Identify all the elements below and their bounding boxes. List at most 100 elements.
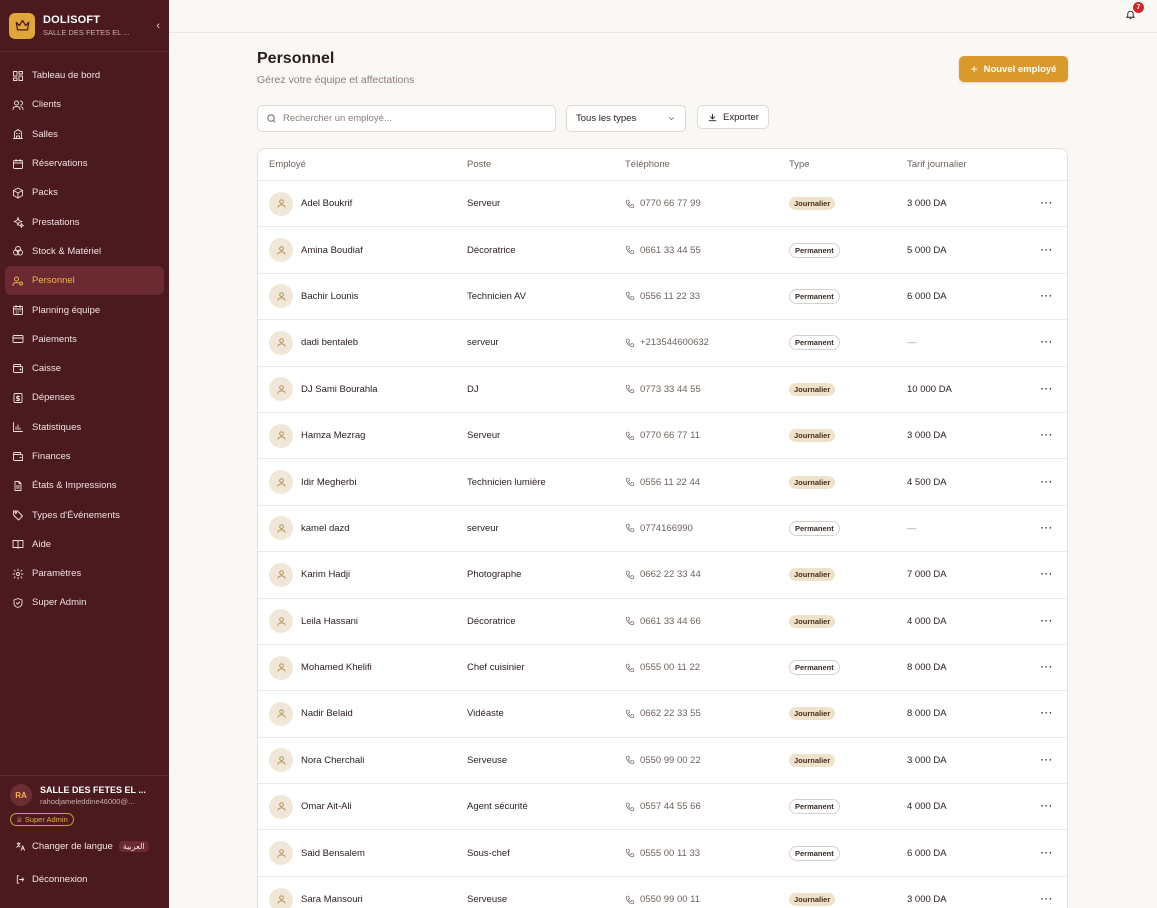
logout-button[interactable]: Déconnexion (10, 874, 159, 885)
table-row[interactable]: DJ Sami Bourahla DJ 0773 33 44 55 Journalie… (258, 367, 1067, 413)
sidebar-item-salles[interactable]: Salles (5, 120, 164, 149)
more-horizontal-icon[interactable]: ··· (1027, 755, 1067, 766)
header-type[interactable]: Type (789, 159, 907, 170)
employee-phone: 0770 66 77 11 (640, 430, 701, 442)
phone-cell: 0556 11 22 44 (625, 477, 789, 488)
notifications-button[interactable]: 7 (1125, 2, 1144, 23)
employee-phone: 0774166990 (640, 522, 693, 534)
employee-tarif: 4 000 DA (907, 615, 947, 627)
table-row[interactable]: Said Bensalem Sous-chef 0555 00 11 33 Perma… (258, 830, 1067, 877)
more-horizontal-icon[interactable]: ··· (1027, 384, 1067, 395)
employee-poste: serveur (467, 522, 499, 534)
sidebar-item-caisse[interactable]: Caisse (5, 354, 164, 383)
sidebar-item-aide[interactable]: Aide (5, 530, 164, 559)
more-horizontal-icon[interactable]: ··· (1027, 616, 1067, 627)
sidebar-item-clients[interactable]: Clients (5, 90, 164, 119)
type-filter-select[interactable]: Tous les types (566, 105, 686, 132)
more-horizontal-icon[interactable]: ··· (1027, 894, 1067, 905)
sidebar-item-etats-impressions[interactable]: États & Impressions (5, 471, 164, 500)
sidebar-item-stock-materiel[interactable]: Stock & Matériel (5, 237, 164, 266)
employee-phone: 0662 22 33 55 (640, 708, 701, 720)
sidebar-item-super-admin[interactable]: Super Admin (5, 588, 164, 617)
sidebar-item-label: Clients (32, 99, 62, 111)
employee-tarif: 5 000 DA (907, 244, 947, 256)
table-row[interactable]: Sara Mansouri Serveuse 0550 99 00 11 Journa… (258, 877, 1067, 908)
phone-cell: 0662 22 33 55 (625, 708, 789, 719)
employee-poste: Décoratrice (467, 615, 516, 627)
header-telephone[interactable]: Téléphone (625, 159, 789, 170)
sidebar-item-statistiques[interactable]: Statistiques (5, 413, 164, 442)
user-icon (269, 562, 293, 587)
sidebar-item-paiements[interactable]: Paiements (5, 325, 164, 354)
employee-poste: Sous-chef (467, 847, 510, 859)
employee-name: Hamza Mezrag (301, 430, 366, 442)
sidebar-item-types-d-evenements[interactable]: Types d'Événements (5, 500, 164, 529)
table-row[interactable]: dadi bentaleb serveur +213544600632 Permane… (258, 320, 1067, 367)
sidebar-item-label: Super Admin (32, 597, 87, 609)
brand-subtitle: SALLE DES FETES EL ... (43, 28, 130, 37)
table-row[interactable]: Nora Cherchali Serveuse 0550 99 00 22 Journ… (258, 738, 1067, 785)
table-row[interactable]: Amina Boudiaf Décoratrice 0661 33 44 55 Per… (258, 227, 1067, 274)
search-input[interactable] (283, 113, 533, 124)
sidebar-item-tableau-de-bord[interactable]: Tableau de bord (5, 61, 164, 90)
table-row[interactable]: Hamza Mezrag Serveur 0770 66 77 11 Journali… (258, 413, 1067, 460)
logout-icon (16, 875, 25, 884)
more-horizontal-icon[interactable]: ··· (1027, 477, 1067, 488)
phone-cell: 0550 99 00 22 (625, 755, 789, 766)
sidebar-item-planning-equipe[interactable]: Planning équipe (5, 295, 164, 324)
more-horizontal-icon[interactable]: ··· (1027, 245, 1067, 256)
table-row[interactable]: Karim Hadji Photographe 0662 22 33 44 Journ… (258, 552, 1067, 599)
user-icon (269, 238, 293, 263)
user-icon (269, 516, 293, 541)
more-horizontal-icon[interactable]: ··· (1027, 198, 1067, 209)
table-row[interactable]: Adel Boukrif Serveur 0770 66 77 99 Journali… (258, 181, 1067, 228)
more-horizontal-icon[interactable]: ··· (1027, 523, 1067, 534)
table-row[interactable]: Omar Ait-Ali Agent sécurité 0557 44 55 66 P… (258, 784, 1067, 831)
sidebar-item-parametres[interactable]: Paramètres (5, 559, 164, 588)
sidebar-item-personnel[interactable]: Personnel (5, 266, 164, 296)
language-switch[interactable]: Changer de langue العربية (10, 841, 159, 852)
header-poste[interactable]: Poste (467, 159, 625, 170)
phone-icon (625, 570, 635, 579)
more-horizontal-icon[interactable]: ··· (1027, 848, 1067, 859)
crown-icon: ♕ (16, 815, 23, 824)
table-row[interactable]: Nadir Belaid Vidéaste 0662 22 33 55 Journal… (258, 691, 1067, 738)
wallet-icon (13, 363, 23, 373)
phone-cell: 0770 66 77 99 (625, 198, 789, 209)
sidebar-item-prestations[interactable]: Prestations (5, 207, 164, 236)
more-horizontal-icon[interactable]: ··· (1027, 569, 1067, 580)
phone-icon (625, 663, 635, 672)
employee-tarif: 4 000 DA (907, 801, 947, 813)
header-employe[interactable]: Employé (258, 159, 467, 170)
more-horizontal-icon[interactable]: ··· (1027, 291, 1067, 302)
table-row[interactable]: Mohamed Khelifi Chef cuisinier 0555 00 11 … (258, 645, 1067, 692)
table-row[interactable]: Idir Megherbi Technicien lumière 0556 11 2… (258, 459, 1067, 506)
employee-name: Nadir Belaid (301, 708, 353, 720)
more-horizontal-icon[interactable]: ··· (1027, 801, 1067, 812)
sidebar-item-finances[interactable]: Finances (5, 442, 164, 471)
sidebar-item-label: Paiements (32, 333, 77, 345)
export-button[interactable]: Exporter (697, 105, 769, 129)
avatar[interactable]: RA (10, 784, 32, 806)
header-tarif[interactable]: Tarif journalier (907, 159, 1027, 170)
employee-name: Adel Boukrif (301, 198, 353, 210)
sidebar-item-packs[interactable]: Packs (5, 178, 164, 207)
employee-name: Omar Ait-Ali (301, 801, 352, 813)
sidebar-item-reservations[interactable]: Réservations (5, 149, 164, 178)
more-horizontal-icon[interactable]: ··· (1027, 662, 1067, 673)
more-horizontal-icon[interactable]: ··· (1027, 708, 1067, 719)
table-row[interactable]: kamel dazd serveur 0774166990 Permanent — ··· (258, 506, 1067, 553)
table-row[interactable]: Bachir Lounis Technicien AV 0556 11 22 33 P… (258, 274, 1067, 321)
new-employee-button[interactable]: + Nouvel employé (959, 56, 1068, 82)
sidebar-item-label: Réservations (32, 158, 88, 170)
employee-tarif: 3 000 DA (907, 430, 947, 442)
page-title: Personnel (257, 50, 335, 67)
employee-tarif: 3 000 DA (907, 894, 947, 906)
table-row[interactable]: Leila Hassani Décoratrice 0661 33 44 66 Jou… (258, 599, 1067, 645)
chevron-left-icon[interactable]: ‹ (156, 20, 160, 32)
employee-tarif: 4 500 DA (907, 476, 947, 488)
sidebar-item-depenses[interactable]: Dépenses (5, 383, 164, 412)
more-horizontal-icon[interactable]: ··· (1027, 337, 1067, 348)
more-horizontal-icon[interactable]: ··· (1027, 430, 1067, 441)
type-filter-value: Tous les types (576, 113, 637, 124)
